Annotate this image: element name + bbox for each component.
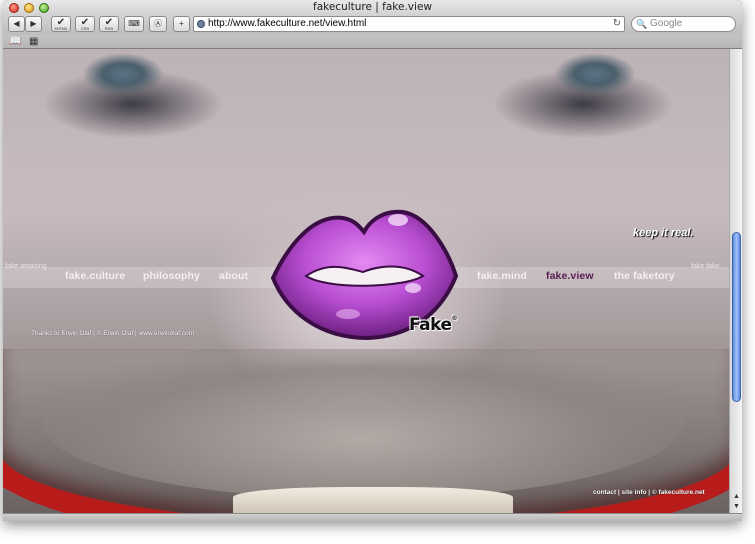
close-window-button[interactable] <box>9 3 19 13</box>
validate-css-button[interactable]: ✔ CSS <box>75 16 95 32</box>
bookmarks-bar: 📖 ▦ <box>3 35 742 49</box>
scrollbar-thumb[interactable] <box>732 232 741 402</box>
search-icon: 🔍 <box>636 19 648 29</box>
address-bar[interactable]: http://www.fakeculture.net/view.html ↻ <box>193 16 625 32</box>
forward-button[interactable]: ▶ <box>25 16 42 32</box>
validate-xhtml-button[interactable]: ✔ XHTML <box>51 16 71 32</box>
text-size-button[interactable]: Ⓐ <box>149 16 167 32</box>
minimize-window-button[interactable] <box>24 3 34 13</box>
window-title: fakeculture | fake.view <box>313 1 432 13</box>
xhtml-caption: XHTML <box>54 26 68 31</box>
fake-logo-text: Fake <box>409 315 452 335</box>
forward-arrow-icon: ▶ <box>30 19 37 28</box>
text-size-icon: Ⓐ <box>154 19 162 28</box>
nav-link-fake-mind[interactable]: fake.mind <box>477 270 527 282</box>
browser-toolbar: ◀ ▶ ✔ XHTML ✔ CSS ✔ RSS ⌨ Ⓐ + http://www… <box>3 15 742 35</box>
teeth <box>233 487 513 513</box>
footer-links[interactable]: contact | site info | © fakeculture.net <box>593 489 705 496</box>
photo-credit[interactable]: Thanks to Erwin Olaf | © Erwin Olaf | ww… <box>31 330 194 337</box>
vertical-scrollbar[interactable]: ▲ ▼ <box>729 49 742 513</box>
registered-mark: ® <box>451 315 457 322</box>
top-sites-grid-icon[interactable]: ▦ <box>29 36 38 48</box>
reload-icon[interactable]: ↻ <box>613 17 621 31</box>
ghost-text-right: fake fake <box>691 263 720 270</box>
add-bookmark-button[interactable]: + <box>173 16 190 32</box>
tagline: keep it real. <box>633 227 694 239</box>
rss-caption: RSS <box>104 26 114 31</box>
nav-link-about[interactable]: about <box>219 270 248 282</box>
scroll-down-arrow-icon[interactable]: ▼ <box>731 503 742 513</box>
fake-logo[interactable]: Fake® <box>409 315 457 335</box>
nav-link-philosophy[interactable]: philosophy <box>143 270 200 282</box>
page-content: fake amazing fake fake fake.culture phil… <box>3 49 729 513</box>
url-text: http://www.fakeculture.net/view.html <box>208 18 367 29</box>
bookmarks-book-icon[interactable]: 📖 <box>9 36 21 48</box>
nav-link-fake-view[interactable]: fake.view <box>546 270 594 282</box>
back-arrow-icon: ◀ <box>13 19 20 28</box>
scroll-up-arrow-icon[interactable]: ▲ <box>731 493 742 503</box>
zoom-window-button[interactable] <box>39 3 49 13</box>
validate-rss-button[interactable]: ✔ RSS <box>99 16 119 32</box>
back-button[interactable]: ◀ <box>8 16 25 32</box>
search-field[interactable]: 🔍 Google <box>631 16 736 32</box>
search-placeholder: Google <box>650 18 683 29</box>
status-bar <box>3 513 742 521</box>
nav-link-the-faketory[interactable]: the faketory <box>614 270 675 282</box>
keyboard-button[interactable]: ⌨ <box>124 16 144 32</box>
site-icon <box>197 20 205 28</box>
plus-icon: + <box>179 19 184 28</box>
browser-window: fakeculture | fake.view ◀ ▶ ✔ XHTML ✔ CS… <box>3 0 742 521</box>
keyboard-icon: ⌨ <box>128 19 140 28</box>
ghost-text-left: fake amazing <box>5 263 47 270</box>
title-bar: fakeculture | fake.view <box>3 0 742 15</box>
nav-link-fake-culture[interactable]: fake.culture <box>65 270 125 282</box>
css-caption: CSS <box>80 26 90 31</box>
